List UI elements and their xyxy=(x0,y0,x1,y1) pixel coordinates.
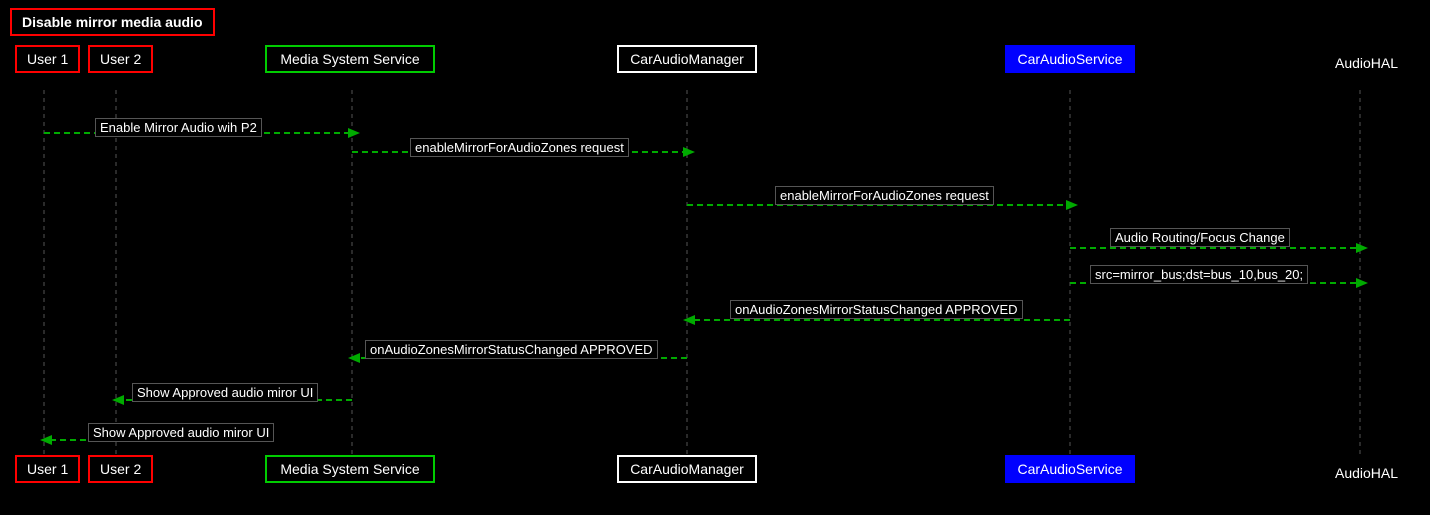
msg-label-3: enableMirrorForAudioZones request xyxy=(775,186,994,205)
msg-label-5: src=mirror_bus;dst=bus_10,bus_20; xyxy=(1090,265,1308,284)
msg-label-7: onAudioZonesMirrorStatusChanged APPROVED xyxy=(365,340,658,359)
msg-label-4: Audio Routing/Focus Change xyxy=(1110,228,1290,247)
sequence-diagram: Disable mirror media audio User 1 User 2… xyxy=(0,0,1430,515)
msg-label-9: Show Approved audio miror UI xyxy=(88,423,274,442)
msg-label-2: enableMirrorForAudioZones request xyxy=(410,138,629,157)
msg-label-6: onAudioZonesMirrorStatusChanged APPROVED xyxy=(730,300,1023,319)
msg-label-1: Enable Mirror Audio wih P2 xyxy=(95,118,262,137)
msg-label-8: Show Approved audio miror UI xyxy=(132,383,318,402)
